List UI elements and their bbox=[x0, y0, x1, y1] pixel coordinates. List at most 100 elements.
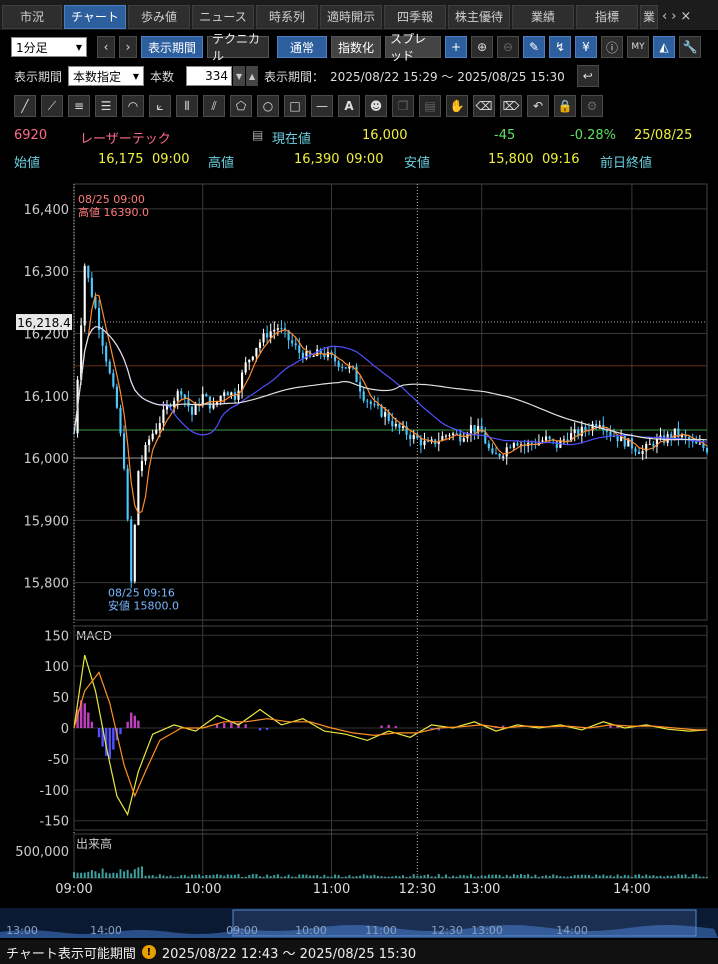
tab-market[interactable]: 市況 bbox=[2, 4, 62, 29]
period-label: 表示期間 bbox=[14, 69, 63, 84]
high-time: 09:00 bbox=[346, 152, 384, 167]
volume-bar bbox=[258, 876, 261, 878]
text-tool-icon[interactable]: A bbox=[338, 95, 360, 117]
rectangle-icon[interactable]: □ bbox=[284, 95, 306, 117]
volume-bar bbox=[362, 874, 365, 878]
dropdown-arrow-icon: ▼ bbox=[75, 42, 82, 52]
volume-bar bbox=[216, 874, 219, 878]
tab-news[interactable]: ニュース bbox=[192, 4, 254, 29]
eraser-all-icon[interactable]: ⌦ bbox=[500, 95, 522, 117]
next-icon[interactable]: › bbox=[119, 36, 137, 58]
period-mode-select[interactable]: 本数指定 ▼ bbox=[68, 66, 145, 86]
wrench-icon[interactable]: 🔧 bbox=[679, 36, 701, 58]
line-tool-icon[interactable]: ╱ bbox=[14, 95, 36, 117]
cursor-value-label: 16,218.4 bbox=[17, 316, 70, 330]
index-button[interactable]: 指数化 bbox=[331, 36, 381, 58]
overview-strip[interactable]: 13:00 14:00 09:00 10:00 11:00 12:30 13:00 14:00 bbox=[0, 908, 718, 938]
crosshair-icon[interactable]: + bbox=[445, 36, 467, 58]
volume-bar bbox=[466, 875, 469, 878]
volume-bar bbox=[173, 876, 176, 878]
channel-tool-icon[interactable]: ⫽ bbox=[203, 95, 225, 117]
candle-body bbox=[108, 361, 111, 374]
refresh-icon[interactable]: ↩ bbox=[576, 65, 599, 87]
count-up-icon[interactable]: ▲ bbox=[246, 66, 259, 86]
volume-bar bbox=[698, 876, 701, 878]
ruler-tool-icon[interactable]: ⟋ bbox=[41, 95, 63, 117]
volume-bar bbox=[680, 874, 683, 878]
period-button[interactable]: 表示期間 bbox=[141, 36, 203, 58]
yen-icon[interactable]: ¥ bbox=[575, 36, 597, 58]
candle-body bbox=[194, 404, 197, 415]
my-chart-icon[interactable]: MY bbox=[627, 36, 649, 58]
candle-body bbox=[512, 443, 515, 448]
volume-bar bbox=[537, 876, 540, 878]
zoom-out-icon[interactable]: ⊖ bbox=[497, 36, 519, 58]
price-tick-label: 16,300 bbox=[24, 265, 70, 280]
settings-icon[interactable]: ⚙ bbox=[581, 95, 603, 117]
price-date: 25/08/25 bbox=[634, 128, 693, 143]
stamp-icon[interactable]: ☻ bbox=[365, 95, 387, 117]
zoom-in-icon[interactable]: ⊕ bbox=[471, 36, 493, 58]
vertical-lines-icon[interactable]: ⦀ bbox=[176, 95, 198, 117]
prev-icon[interactable]: ‹ bbox=[97, 36, 115, 58]
macd-tick-label: 150 bbox=[44, 629, 69, 644]
tab-disclosure[interactable]: 適時開示 bbox=[320, 4, 382, 29]
hline-icon[interactable]: — bbox=[311, 95, 333, 117]
price-chart[interactable]: 15,80015,90016,00016,10016,20016,30016,4… bbox=[0, 178, 718, 908]
count-down-icon[interactable]: ▼ bbox=[233, 66, 246, 86]
candle-body bbox=[251, 356, 254, 360]
undo-icon[interactable]: ↶ bbox=[527, 95, 549, 117]
candle-body bbox=[580, 426, 583, 436]
macd-histogram-bar bbox=[97, 728, 101, 738]
macd-tick-label: 50 bbox=[52, 691, 69, 706]
tab-shikiho[interactable]: 四季報 bbox=[384, 4, 446, 29]
interval-select[interactable]: 1分足 ▼ bbox=[11, 37, 87, 57]
area-chart-icon[interactable]: ◭ bbox=[653, 36, 675, 58]
trend-icon[interactable]: ↯ bbox=[549, 36, 571, 58]
tab-more[interactable]: 業 bbox=[640, 4, 658, 29]
tab-prev-icon[interactable]: ‹ bbox=[662, 9, 667, 24]
volume-bar bbox=[634, 874, 637, 878]
horizontal-lines-icon[interactable]: ≡ bbox=[68, 95, 90, 117]
volume-bar bbox=[105, 872, 108, 878]
pencil-icon[interactable]: ✎ bbox=[523, 36, 545, 58]
volume-bar bbox=[266, 874, 269, 878]
lock-icon[interactable]: 🔒 bbox=[554, 95, 576, 117]
arc-tool-icon[interactable]: ◠ bbox=[122, 95, 144, 117]
tab-next-icon[interactable]: › bbox=[671, 9, 676, 24]
spread-button[interactable]: スプレッド bbox=[385, 32, 441, 63]
copy-icon[interactable]: ❐ bbox=[392, 95, 414, 117]
tab-close-icon[interactable]: × bbox=[680, 9, 691, 24]
tab-tick[interactable]: 歩み値 bbox=[128, 4, 190, 29]
candle-body bbox=[391, 420, 394, 427]
tab-chart[interactable]: チャート bbox=[64, 4, 126, 29]
tab-results[interactable]: 業績 bbox=[512, 4, 574, 29]
tab-benefits[interactable]: 株主優待 bbox=[448, 4, 510, 29]
volume-bar bbox=[655, 876, 658, 878]
volume-bar bbox=[169, 875, 172, 878]
candle-body bbox=[119, 407, 122, 434]
candle-body bbox=[545, 436, 548, 441]
hand-icon[interactable]: ✋ bbox=[446, 95, 468, 117]
volume-bar bbox=[348, 875, 351, 878]
normal-button[interactable]: 通常 bbox=[277, 36, 327, 58]
layer-icon[interactable]: ▤ bbox=[419, 95, 441, 117]
technical-button[interactable]: テクニカル bbox=[207, 32, 269, 63]
open-time: 09:00 bbox=[152, 152, 190, 167]
macd-tick-label: 0 bbox=[61, 722, 69, 737]
fan-tool-icon[interactable]: ⟀ bbox=[149, 95, 171, 117]
tab-indicators[interactable]: 指標 bbox=[576, 4, 638, 29]
current-price: 16,000 bbox=[362, 128, 408, 143]
pentagon-icon[interactable]: ⬠ bbox=[230, 95, 252, 117]
eraser-icon[interactable]: ⌫ bbox=[473, 95, 495, 117]
info-icon[interactable]: ⓘ bbox=[601, 36, 623, 58]
tab-timeseries[interactable]: 時系列 bbox=[256, 4, 318, 29]
low-annotation-date: 08/25 09:16 bbox=[108, 587, 175, 600]
count-input[interactable]: 334 bbox=[186, 66, 233, 86]
volume-bar bbox=[255, 874, 258, 878]
board-icon[interactable]: ▤ bbox=[252, 128, 263, 142]
overview-graph: 13:00 14:00 09:00 10:00 11:00 12:30 13:00 14:00 bbox=[0, 909, 718, 938]
circle-icon[interactable]: ○ bbox=[257, 95, 279, 117]
fib-lines-icon[interactable]: ☰ bbox=[95, 95, 117, 117]
volume-bar bbox=[437, 874, 440, 878]
